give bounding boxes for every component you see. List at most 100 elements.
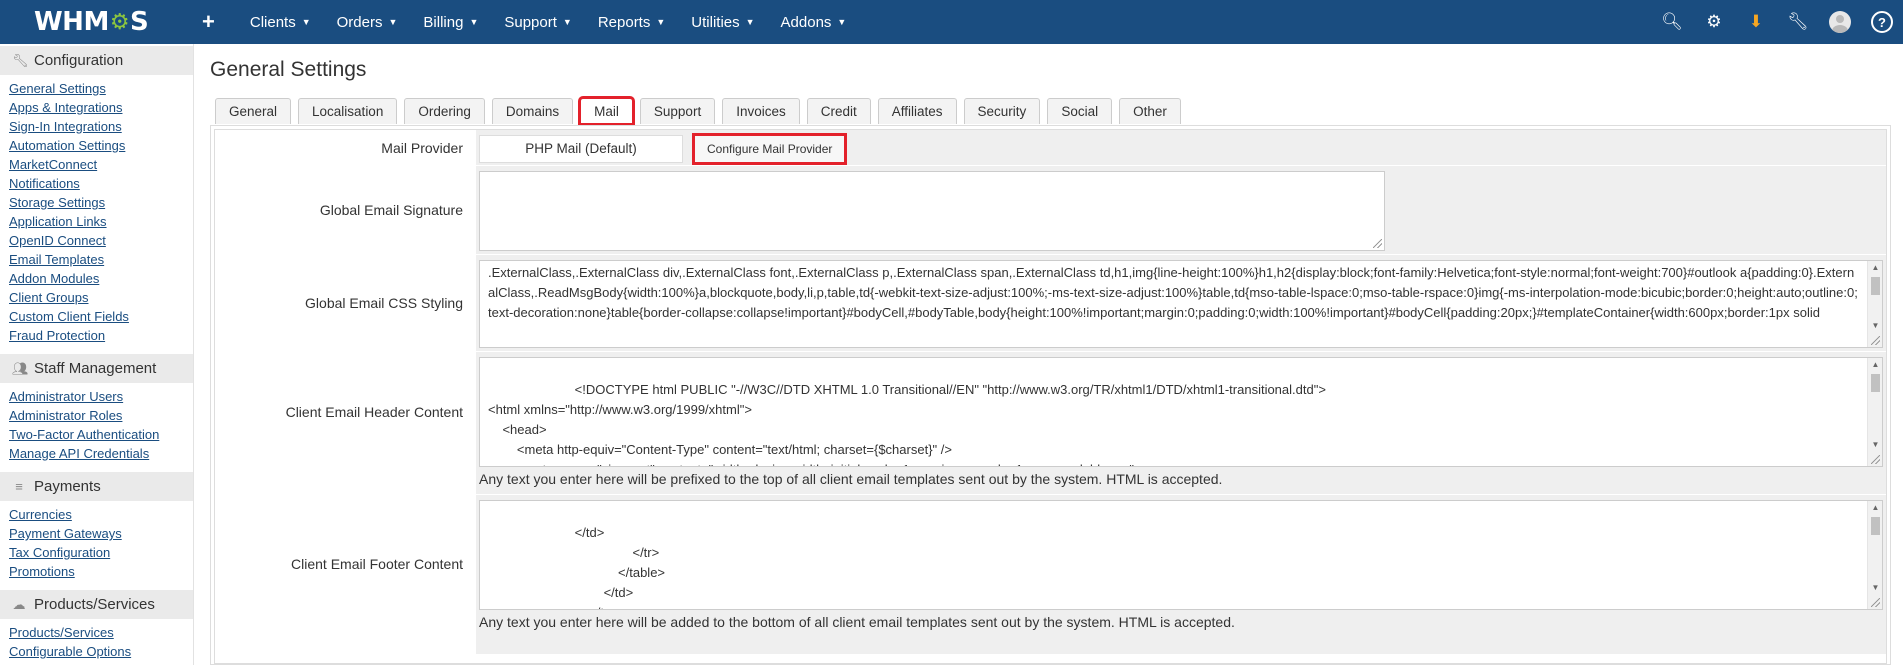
nav-support[interactable]: Support ▼ [491,14,584,31]
nav-billing[interactable]: Billing ▼ [410,14,491,31]
tab-credit[interactable]: Credit [806,98,871,124]
sidebar-link-addon-modules[interactable]: Addon Modules [9,271,99,286]
sidebar-link-manage-api-credentials[interactable]: Manage API Credentials [9,446,149,461]
tab-localisation[interactable]: Localisation [298,98,398,124]
resize-handle[interactable] [1871,455,1880,464]
sidebar-link-promotions[interactable]: Promotions [9,564,75,579]
sidebar-list: General Settings Apps & Integrations Sign-… [0,75,193,349]
tab-other[interactable]: Other [1119,98,1181,124]
sidebar-list-item: Apps & Integrations [9,98,193,117]
wrench-icon[interactable]: 🔧︎ [1777,0,1819,44]
configure-mail-provider-button[interactable]: Configure Mail Provider [691,132,848,165]
nav-label: Utilities [691,13,740,31]
footer-textarea[interactable]: </td> </tr> </table> </td> </tr> ▲▼ [479,500,1883,610]
sidebar-link-automation-settings[interactable]: Automation Settings [9,138,125,153]
sidebar-link-custom-client-fields[interactable]: Custom Client Fields [9,309,129,324]
help-button[interactable]: ? [1861,0,1903,44]
nav-label: Orders [336,13,383,31]
sidebar-list-item: Administrator Users [9,387,193,406]
user-avatar[interactable] [1819,0,1861,44]
sidebar-link-products-services[interactable]: Products/Services [9,625,114,640]
tab-security[interactable]: Security [963,98,1041,124]
nav-orders[interactable]: Orders ▼ [324,14,411,31]
sidebar-list-item: OpenID Connect [9,231,193,250]
header-label: Client Email Header Content [215,352,475,494]
search-icon[interactable]: 🔍︎ [1651,0,1693,44]
sidebar-link-marketconnect[interactable]: MarketConnect [9,157,97,172]
tab-social[interactable]: Social [1047,98,1113,124]
wrench-icon: 🔧︎ [12,52,29,68]
nav-label: Support [504,13,557,31]
sidebar-link-currencies[interactable]: Currencies [9,507,72,522]
add-new-button[interactable]: + [160,9,237,35]
sidebar-list-item: Configurable Options [9,642,193,661]
tab-support[interactable]: Support [639,98,716,124]
sidebar-list: Administrator Users Administrator Roles Tw… [0,383,193,467]
sidebar-section-title: Payments [34,478,101,495]
header-scrollbar[interactable]: ▲ ▼ [1867,358,1882,466]
sidebar-link-application-links[interactable]: Application Links [9,214,107,229]
sidebar-link-configurable-options[interactable]: Configurable Options [9,644,131,659]
sidebar-section-configuration: 🔧︎ Configuration [0,46,193,75]
footer-scrollbar[interactable]: ▲ ▼ [1867,501,1882,609]
sidebar-link-two-factor-authentication[interactable]: Two-Factor Authentication [9,427,159,442]
main-menu: Clients ▼ Orders ▼ Billing ▼ Support ▼ Reports ▼ U… [237,0,859,44]
sidebar-link-openid-connect[interactable]: OpenID Connect [9,233,106,248]
header-row: Client Email Header Content <!DOCTYPE ht… [215,352,1886,495]
sidebar-list-item: Automation Settings [9,136,193,155]
sidebar-list-item: Client Groups [9,288,193,307]
signature-label: Global Email Signature [215,166,475,254]
nav-addons[interactable]: Addons ▼ [768,14,860,31]
header-textarea[interactable]: <!DOCTYPE html PUBLIC "-//W3C//DTD XHTML… [479,357,1883,467]
resize-handle[interactable] [1373,239,1382,248]
nav-label: Clients [249,13,296,31]
css-scrollbar[interactable]: ▲ ▼ [1867,261,1882,347]
sidebar-list-item: Addon Modules [9,269,193,288]
sidebar-link-administrator-users[interactable]: Administrator Users [9,389,123,404]
signature-textarea[interactable] [479,171,1385,251]
tab-invoices[interactable]: Invoices [722,98,800,124]
tab-general[interactable]: General [215,98,292,124]
sidebar-list-item: Storage Settings [9,193,193,212]
download-icon[interactable]: ⬇ [1735,0,1777,44]
sidebar-section-title: Products/Services [34,596,155,613]
sidebar-list-item: General Settings [9,79,193,98]
tab-domains[interactable]: Domains [491,98,574,124]
header-text: <!DOCTYPE html PUBLIC "-//W3C//DTD XHTML… [488,382,1326,466]
whmcs-logo[interactable]: WHM ⚙ S [0,0,160,44]
tab-ordering[interactable]: Ordering [404,98,485,124]
sidebar-link-tax-configuration[interactable]: Tax Configuration [9,545,110,560]
sidebar-section-staff-management: 👥︎ Staff Management [0,354,193,383]
users-icon: 👥︎ [12,360,29,376]
tab-mail[interactable]: Mail [578,96,635,126]
sidebar-link-apps-integrations[interactable]: Apps & Integrations [9,100,122,115]
nav-utilities[interactable]: Utilities ▼ [678,14,767,31]
nav-label: Addons [780,13,832,31]
sidebar-link-payment-gateways[interactable]: Payment Gateways [9,526,122,541]
cogs-icon[interactable]: ⚙ [1693,0,1735,44]
sidebar-link-notifications[interactable]: Notifications [9,176,80,191]
sidebar-link-fraud-protection[interactable]: Fraud Protection [9,328,105,343]
nav-clients[interactable]: Clients ▼ [237,14,324,31]
sidebar-list-item: Two-Factor Authentication [9,425,193,444]
resize-handle[interactable] [1871,336,1880,345]
css-textarea[interactable]: .ExternalClass,.ExternalClass div,.Exter… [479,260,1883,348]
sidebar-list-item: Currencies [9,505,193,524]
footer-help-text: Any text you enter here will be added to… [479,614,1235,630]
sidebar-link-storage-settings[interactable]: Storage Settings [9,195,105,210]
sidebar-list: Currencies Payment Gateways Tax Configurat… [0,501,193,585]
sidebar-link-client-groups[interactable]: Client Groups [9,290,88,305]
footer-label: Client Email Footer Content [215,495,475,654]
sidebar-list-item: Application Links [9,212,193,231]
sidebar: 🔧︎ Configuration General Settings Apps & In… [0,44,194,665]
resize-handle[interactable] [1871,598,1880,607]
nav-reports[interactable]: Reports ▼ [585,14,678,31]
sidebar-list-item: Notifications [9,174,193,193]
tab-affiliates[interactable]: Affiliates [877,98,957,124]
sidebar-link-email-templates[interactable]: Email Templates [9,252,104,267]
caret-down-icon: ▼ [301,17,311,27]
sidebar-list-item: Sign-In Integrations [9,117,193,136]
sidebar-link-sign-in-integrations[interactable]: Sign-In Integrations [9,119,122,134]
sidebar-link-administrator-roles[interactable]: Administrator Roles [9,408,122,423]
sidebar-link-general-settings[interactable]: General Settings [9,81,106,96]
